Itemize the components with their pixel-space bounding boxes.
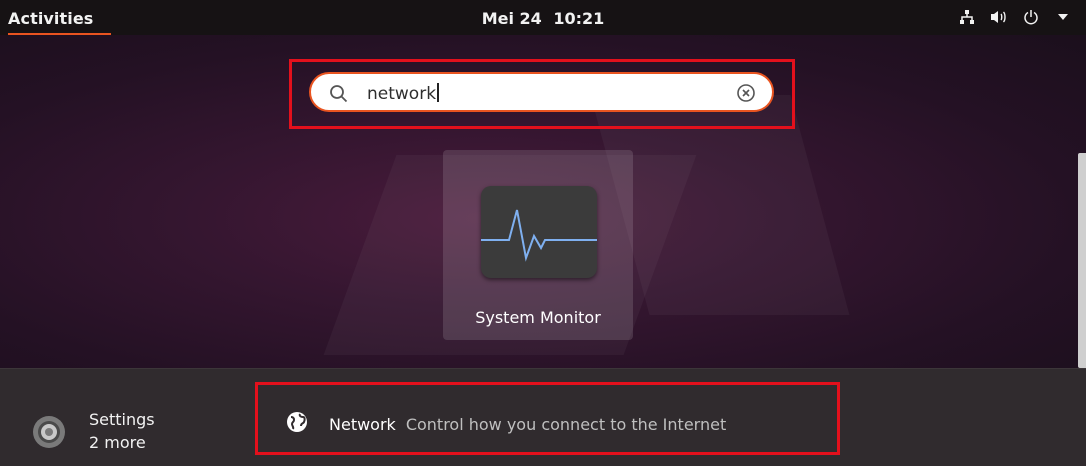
system-tray[interactable]	[958, 8, 1072, 26]
app-result-label: System Monitor	[475, 308, 601, 327]
top-bar: Activities Mei 24 10:21	[0, 0, 1086, 35]
clock-time: 10:21	[553, 9, 605, 28]
scrollbar[interactable]	[1078, 153, 1086, 368]
power-icon[interactable]	[1022, 8, 1040, 26]
provider-settings-more[interactable]: 2 more	[89, 433, 146, 452]
result-highlight-box	[255, 382, 840, 455]
settings-gear-icon[interactable]	[31, 414, 67, 454]
clock-date: Mei 24	[481, 9, 542, 28]
dropdown-arrow-icon[interactable]	[1054, 8, 1072, 26]
app-result-system-monitor[interactable]: System Monitor	[443, 150, 633, 340]
provider-settings-name[interactable]: Settings	[89, 410, 155, 429]
network-icon[interactable]	[958, 8, 976, 26]
volume-icon[interactable]	[990, 8, 1008, 26]
search-highlight-box	[289, 59, 795, 129]
clock[interactable]: Mei 24 10:21	[0, 9, 1086, 28]
system-monitor-icon	[481, 186, 597, 278]
